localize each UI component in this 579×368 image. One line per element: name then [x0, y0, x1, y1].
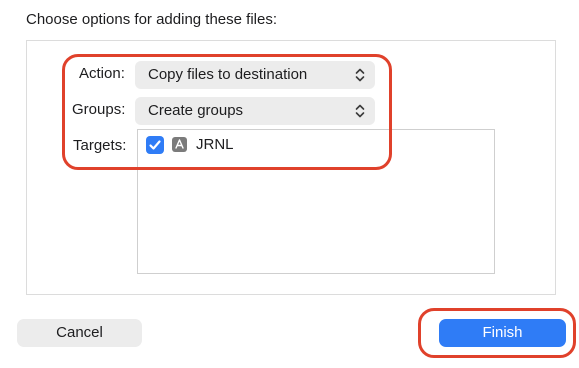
- dialog-heading: Choose options for adding these files:: [26, 11, 277, 28]
- chevron-updown-icon: [355, 68, 365, 82]
- add-files-dialog: Choose options for adding these files: A…: [0, 0, 579, 368]
- checkmark-icon: [149, 140, 161, 150]
- target-item-label: JRNL: [196, 136, 234, 153]
- groups-popup-value: Create groups: [148, 102, 244, 119]
- targets-label: Targets:: [73, 137, 127, 154]
- chevron-updown-icon: [355, 104, 365, 118]
- cancel-button[interactable]: Cancel: [17, 319, 142, 347]
- action-label: Action:: [79, 65, 125, 82]
- finish-button[interactable]: Finish: [439, 319, 566, 347]
- target-checkbox[interactable]: [146, 136, 164, 154]
- action-popup-value: Copy files to destination: [148, 66, 308, 83]
- groups-label: Groups:: [72, 101, 126, 118]
- groups-popup[interactable]: Create groups: [135, 97, 375, 125]
- app-target-icon: [172, 137, 187, 152]
- action-popup[interactable]: Copy files to destination: [135, 61, 375, 89]
- targets-list: [137, 129, 495, 274]
